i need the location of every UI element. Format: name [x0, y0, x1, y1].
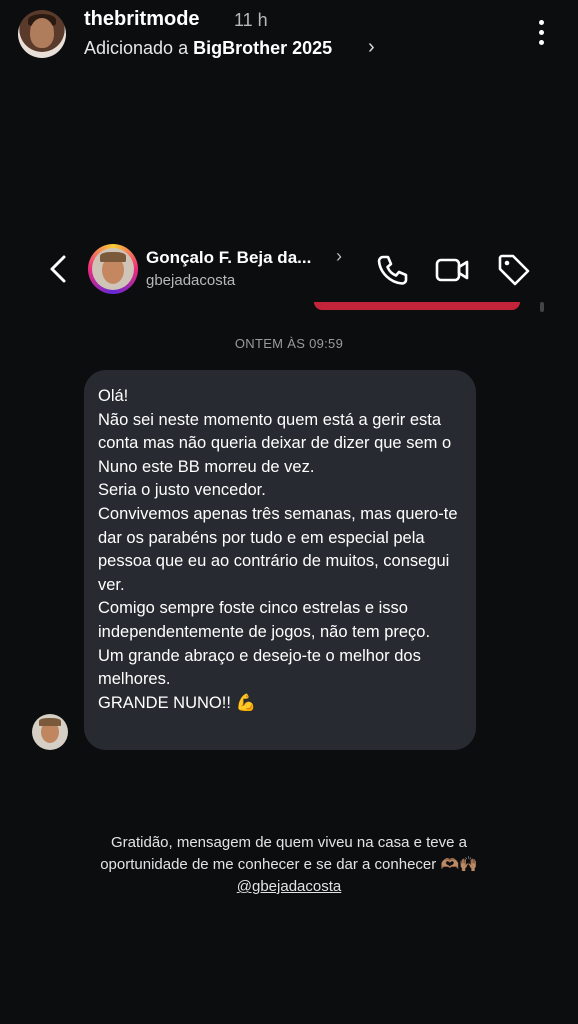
- chevron-right-icon[interactable]: ›: [368, 36, 375, 59]
- added-prefix: Adicionado a: [84, 38, 194, 58]
- message-bubble[interactable]: Olá! Não sei neste momento quem está a g…: [84, 370, 476, 750]
- previous-message-bubble: [314, 302, 520, 310]
- avatar-hat: [100, 252, 126, 262]
- scrollbar[interactable]: [540, 302, 544, 312]
- story-username[interactable]: thebritmode: [84, 8, 200, 31]
- story-time: 11 h: [234, 10, 268, 30]
- story-added-to-collection[interactable]: Adicionado a BigBrother 2025: [84, 38, 332, 59]
- more-vertical-icon[interactable]: [530, 18, 554, 48]
- story-header: thebritmode 11 h Adicionado a BigBrother…: [0, 0, 578, 70]
- collection-name: BigBrother 2025: [193, 38, 333, 58]
- caption-line-2-text: oportunidade de me conhecer e se dar a c…: [100, 856, 437, 873]
- avatar-image: [92, 248, 134, 290]
- more-dot: [539, 30, 544, 35]
- dm-header: Gonçalo F. Beja da... › gbejadacosta: [0, 238, 578, 302]
- sender-avatar[interactable]: [32, 714, 68, 750]
- back-arrow-icon[interactable]: [44, 252, 72, 286]
- caption-line-2: oportunidade de me conhecer e se dar a c…: [40, 854, 538, 876]
- video-camera-icon[interactable]: [434, 252, 470, 288]
- flexed-biceps-emoji: 💪: [235, 693, 257, 712]
- avatar-hat: [39, 718, 61, 726]
- phone-icon[interactable]: [374, 252, 410, 288]
- message-body: Olá! Não sei neste momento quem está a g…: [98, 387, 458, 712]
- message-timestamp: ONTEM ÀS 09:59: [234, 336, 344, 351]
- message-text: Olá! Não sei neste momento quem está a g…: [98, 385, 470, 715]
- dm-contact-avatar[interactable]: [88, 244, 138, 294]
- caption-line-1: Gratidão, mensagem de quem viveu na casa…: [110, 834, 468, 851]
- heart-hands-emoji: 🫶🏽🙌🏽: [440, 856, 478, 873]
- dm-contact-name[interactable]: Gonçalo F. Beja da...: [146, 248, 311, 268]
- more-dot: [539, 40, 544, 45]
- dm-contact-handle: gbejadacosta: [146, 272, 236, 289]
- chevron-right-icon[interactable]: ›: [336, 246, 342, 267]
- avatar-face: [30, 18, 54, 48]
- story-caption: Gratidão, mensagem de quem viveu na casa…: [40, 832, 538, 898]
- story-author-avatar[interactable]: [18, 10, 66, 58]
- mention-link[interactable]: @gbejadacosta: [40, 876, 538, 898]
- tag-icon[interactable]: [496, 252, 532, 288]
- more-dot: [539, 20, 544, 25]
